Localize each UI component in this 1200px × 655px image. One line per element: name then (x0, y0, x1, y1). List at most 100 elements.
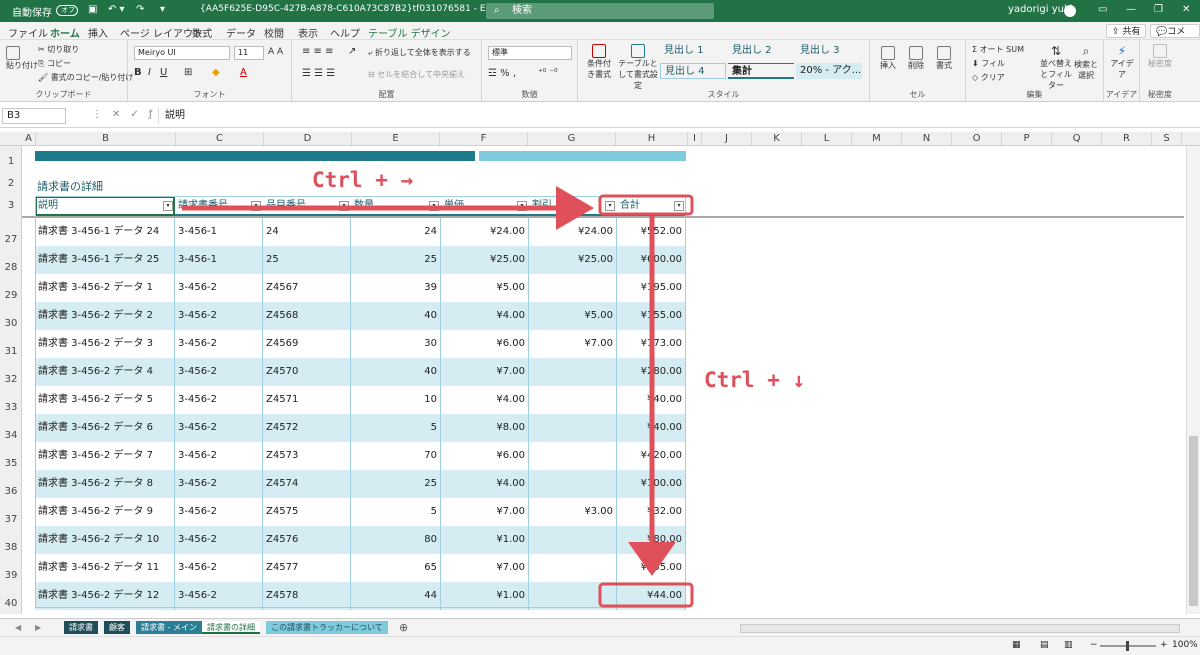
ideas-button[interactable]: ⚡ アイデア (1110, 44, 1134, 80)
restore-icon[interactable]: ❐ (1154, 4, 1163, 15)
column-header-i[interactable]: I (688, 132, 702, 146)
prev-sheet-icon[interactable]: ◀ (10, 621, 26, 634)
minimize-icon[interactable]: — (1126, 4, 1136, 15)
sheet-tab-invoice-details[interactable]: 請求書の詳細 (202, 621, 260, 634)
font-color-icon[interactable]: A (240, 67, 247, 78)
formula-input[interactable]: 説明 (158, 108, 1196, 124)
sheet-tab-invoice-main[interactable]: 請求書 - メイン (136, 621, 202, 634)
sheet-tab-about[interactable]: この請求書トラッカーについて (266, 621, 388, 634)
column-header-p[interactable]: P (1002, 132, 1052, 146)
vertical-scroll-thumb[interactable] (1189, 436, 1198, 606)
row-header[interactable]: 29 (0, 290, 22, 301)
horizontal-scrollbar[interactable] (740, 624, 1180, 633)
ribbon-options-icon[interactable]: ▭ (1098, 4, 1107, 15)
share-button[interactable]: ⇪ 共有 (1106, 24, 1147, 38)
tab-page-layout[interactable]: ページ レイアウト (120, 25, 203, 40)
style-heading2[interactable]: 見出し 2 (728, 43, 794, 59)
delete-cells-button[interactable]: 削除 (908, 46, 924, 71)
sensitivity-button[interactable]: 秘密度 (1148, 44, 1172, 69)
column-header-q[interactable]: Q (1052, 132, 1102, 146)
column-header-g[interactable]: G (528, 132, 616, 146)
column-header-l[interactable]: L (802, 132, 852, 146)
fill-color-icon[interactable]: ◆ (212, 67, 220, 78)
cut-button[interactable]: ✂ 切り取り (38, 44, 79, 55)
column-header-e[interactable]: E (352, 132, 440, 146)
autosave-toggle[interactable]: オフ (56, 5, 78, 17)
row-header[interactable]: 38 (0, 542, 22, 553)
insert-cells-button[interactable]: 挿入 (880, 46, 896, 71)
paste-button[interactable]: 貼り付け (6, 46, 38, 71)
number-format-select[interactable]: 標準 (488, 46, 572, 60)
column-header-j[interactable]: J (702, 132, 752, 146)
column-header-h[interactable]: H (616, 132, 688, 146)
tab-data[interactable]: データ (226, 25, 256, 40)
view-layout-icon[interactable]: ▤ (1040, 640, 1049, 650)
orientation-icon[interactable]: ↗ (348, 46, 356, 57)
conditional-format-button[interactable]: 条件付き書式 (584, 44, 614, 80)
row-header[interactable]: 31 (0, 346, 22, 357)
row-header[interactable]: 36 (0, 486, 22, 497)
view-normal-icon[interactable]: ▦ (1012, 640, 1021, 650)
column-header-a[interactable]: A (22, 132, 36, 146)
style-heading1[interactable]: 見出し 1 (660, 43, 726, 59)
fill-button[interactable]: ⬇ フィル (972, 58, 1005, 69)
sheet-tab-invoice[interactable]: 請求書 (64, 621, 98, 634)
zoom-level[interactable]: 100% (1172, 640, 1198, 650)
column-header-n[interactable]: N (902, 132, 952, 146)
avatar[interactable] (1064, 5, 1076, 17)
copy-button[interactable]: ⎘ コピー (38, 58, 71, 69)
style-total[interactable]: 集計 (728, 63, 794, 79)
zoom-slider-thumb[interactable] (1126, 641, 1129, 651)
close-icon[interactable]: ✕ (1182, 4, 1190, 15)
underline-button[interactable]: U (160, 67, 167, 78)
row-header[interactable]: 3 (0, 200, 22, 211)
style-heading4[interactable]: 見出し 4 (660, 63, 726, 79)
vertical-scrollbar[interactable] (1186, 146, 1200, 614)
column-header-o[interactable]: O (952, 132, 1002, 146)
customize-qat-icon[interactable]: ▾ (160, 4, 165, 15)
zoom-in-icon[interactable]: + (1160, 640, 1168, 650)
clear-button[interactable]: ◇ クリア (972, 72, 1005, 83)
sort-filter-button[interactable]: ⇅ 並べ替えとフィルター (1038, 44, 1074, 91)
tab-formulas[interactable]: 数式 (192, 25, 212, 40)
undo-icon[interactable]: ↶ ▾ (108, 4, 125, 15)
tab-table-design[interactable]: テーブル デザイン (368, 25, 451, 40)
column-header-b[interactable]: B (36, 132, 176, 146)
tab-insert[interactable]: 挿入 (88, 25, 108, 40)
column-header-c[interactable]: C (176, 132, 264, 146)
style-heading3[interactable]: 見出し 3 (796, 43, 862, 59)
row-header[interactable]: 33 (0, 402, 22, 413)
row-header[interactable]: 39 (0, 570, 22, 581)
font-grow-icon[interactable]: A A (268, 47, 283, 57)
border-icon[interactable]: ⊞ (184, 67, 192, 78)
decimal-icon[interactable]: ⁺⁰ ⁻⁰ (538, 68, 558, 78)
row-header[interactable]: 28 (0, 262, 22, 273)
format-painter-button[interactable]: 🖌 書式のコピー/貼り付け (38, 72, 133, 83)
search-box[interactable]: ⌕ 検索 (486, 3, 714, 19)
add-sheet-button[interactable]: ⊕ (394, 621, 413, 634)
row-header[interactable]: 30 (0, 318, 22, 329)
format-as-table-button[interactable]: テーブルとして書式設定 (618, 44, 658, 91)
next-sheet-icon[interactable]: ▶ (30, 621, 46, 634)
merge-center-button[interactable]: ⊟ セルを結合して中央揃え (368, 69, 465, 80)
tab-file[interactable]: ファイル (8, 25, 48, 40)
worksheet-grid[interactable]: 請求書の詳細 説明▾請求書番号▾品目番号▾数量▾単価▾割引▾合計▾ 請求書 3-… (22, 146, 1184, 614)
row-header[interactable]: 1 (0, 156, 22, 167)
tab-view[interactable]: 表示 (298, 25, 318, 40)
column-header-m[interactable]: M (852, 132, 902, 146)
formula-icons[interactable]: ⋮✕✓ƒ (92, 109, 162, 120)
row-header[interactable]: 34 (0, 430, 22, 441)
currency-icon[interactable]: ☲ % , (488, 68, 516, 79)
italic-button[interactable]: I (148, 67, 151, 78)
font-size-select[interactable]: 11 (234, 46, 264, 60)
align-left-icon[interactable]: ☰ ☰ ☰ (302, 68, 335, 79)
redo-icon[interactable]: ↷ (136, 4, 144, 15)
row-header[interactable]: 2 (0, 178, 22, 189)
sheet-tab-customers[interactable]: 顧客 (104, 621, 130, 634)
row-header[interactable]: 27 (0, 234, 22, 245)
style-accent[interactable]: 20% - アク... (796, 63, 862, 79)
column-header-r[interactable]: R (1102, 132, 1152, 146)
autosum-button[interactable]: Σ オート SUM (972, 44, 1024, 55)
column-header-d[interactable]: D (264, 132, 352, 146)
view-pagebreak-icon[interactable]: ▥ (1064, 640, 1073, 650)
